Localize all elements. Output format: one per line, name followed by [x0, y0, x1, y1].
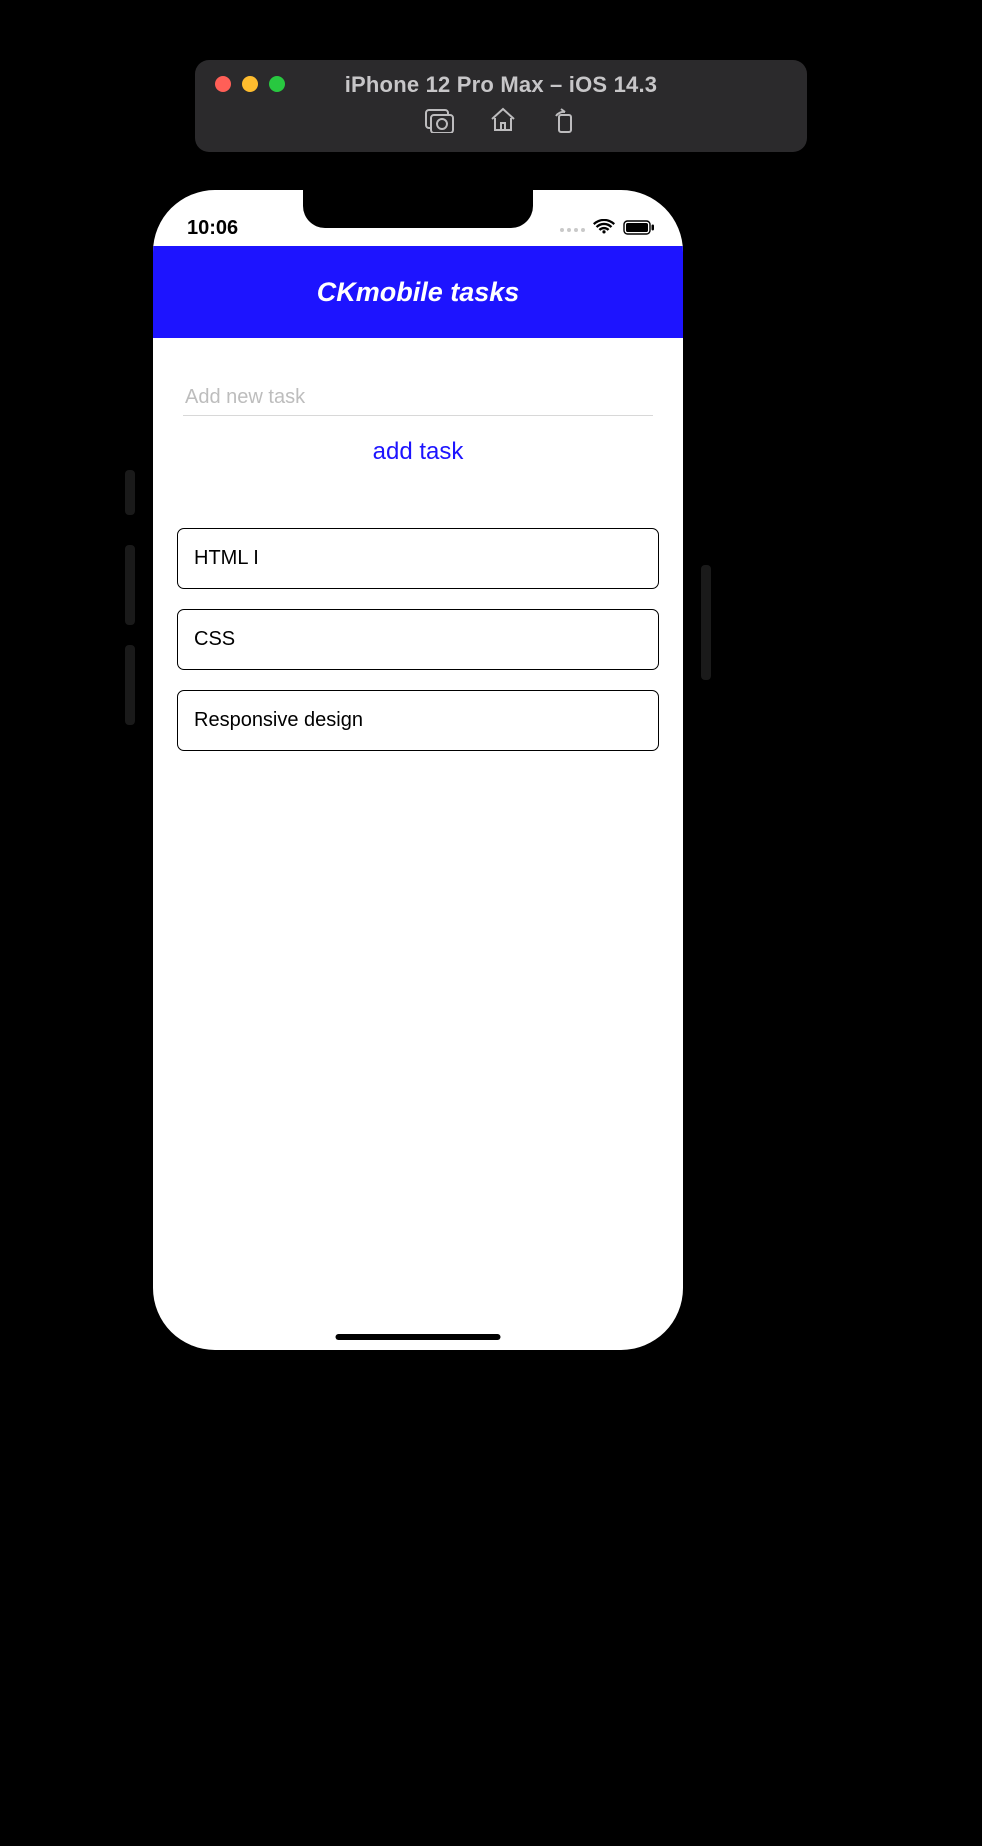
phone-volume-down: [125, 645, 135, 725]
status-time: 10:06: [187, 217, 238, 240]
app-title: CKmobile tasks: [317, 277, 520, 308]
task-input[interactable]: [183, 380, 653, 416]
task-list: HTML I CSS Responsive design: [153, 476, 683, 751]
wifi-icon: [593, 219, 615, 240]
phone-screen: 10:06: [153, 190, 683, 1350]
window-zoom-button[interactable]: [269, 76, 285, 92]
cellular-dots-icon: [560, 228, 585, 232]
phone-notch: [303, 190, 533, 228]
simulator-window-chrome: iPhone 12 Pro Max – iOS 14.3: [195, 60, 807, 152]
rotate-icon[interactable]: [551, 106, 577, 139]
window-traffic-lights: [215, 76, 285, 92]
phone-mute-switch: [125, 470, 135, 515]
simulator-titlebar: iPhone 12 Pro Max – iOS 14.3: [209, 70, 793, 100]
window-close-button[interactable]: [215, 76, 231, 92]
phone-power-button: [701, 565, 711, 680]
home-icon[interactable]: [489, 107, 517, 138]
app-header: CKmobile tasks: [153, 246, 683, 338]
phone-frame: 10:06: [133, 170, 703, 1370]
add-task-button[interactable]: add task: [373, 438, 464, 466]
task-item[interactable]: HTML I: [177, 528, 659, 589]
home-indicator[interactable]: [336, 1334, 501, 1340]
status-indicators: [560, 219, 655, 240]
task-item[interactable]: Responsive design: [177, 690, 659, 751]
simulator-title: iPhone 12 Pro Max – iOS 14.3: [209, 72, 793, 98]
task-item[interactable]: CSS: [177, 609, 659, 670]
screenshot-icon[interactable]: [425, 107, 455, 138]
window-minimize-button[interactable]: [242, 76, 258, 92]
add-task-form: add task: [153, 338, 683, 476]
phone-volume-up: [125, 545, 135, 625]
battery-icon: [623, 220, 655, 240]
simulator-toolbar: [425, 106, 577, 139]
